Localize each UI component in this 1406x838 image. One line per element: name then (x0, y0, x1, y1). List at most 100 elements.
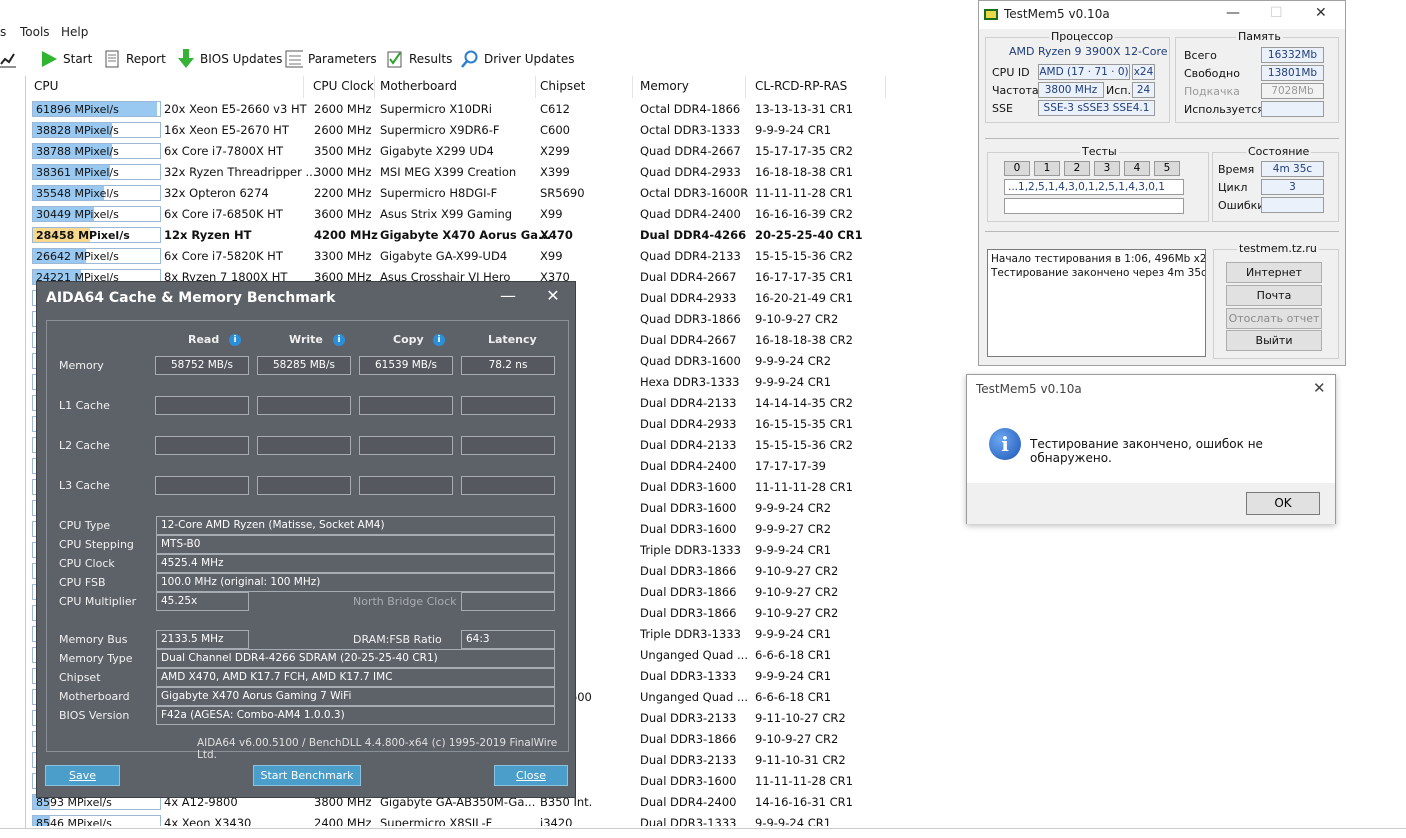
score-value: 26642 MPixel/s (36, 250, 119, 263)
cell-memory: Hexa DDR3-1333 (640, 375, 740, 389)
aida-close-window-button[interactable]: ✕ (539, 286, 567, 308)
cell-cpu-name: 6x Core i7-6850K HT (164, 207, 283, 221)
cell-motherboard: MSI MEG X399 Creation (380, 165, 517, 179)
driver-updates-button[interactable]: Driver Updates (461, 48, 574, 70)
north-bridge-clock-label: North Bridge Clock (353, 595, 457, 608)
dialog-close-button[interactable]: ✕ (1313, 379, 1326, 397)
parameters-icon (285, 50, 303, 68)
table-row[interactable]: 35548 MPixel/s 32x Opteron 6274 2200 MHz Su… (30, 183, 980, 204)
column-header-memory[interactable]: Memory (636, 76, 746, 98)
aida-window-title: AIDA64 Cache & Memory Benchmark (46, 290, 336, 306)
cell-timings: 16-20-21-49 CR1 (755, 291, 853, 305)
magnifier-icon (461, 50, 479, 68)
memory-bus-value: 2133.5 MHz (156, 630, 249, 649)
cell-timings: 9-9-9-27 CR2 (755, 522, 832, 536)
dialog-ok-button[interactable]: OK (1246, 492, 1320, 515)
table-row[interactable]: 30449 MPixel/s 6x Core i7-6850K HT 3600 MH… (30, 204, 980, 225)
table-row[interactable]: 8546 MPixel/s 4x Xeon X3430 2400 MHz Superm… (30, 813, 980, 826)
cell-timings: 15-17-17-35 CR2 (755, 144, 853, 158)
cell-chipset: X99 (540, 249, 563, 263)
start-label: Start (63, 52, 93, 66)
cell-cpu-clock: 2600 MHz (314, 123, 372, 137)
test-log[interactable]: Начало тестирования в 1:06, 496Mb x24 Те… (987, 249, 1206, 357)
cell-timings: 15-15-15-36 CR2 (755, 438, 853, 452)
tm-close-button[interactable]: ✕ (1315, 5, 1327, 21)
cell-timings: 9-9-9-24 CR2 (755, 354, 832, 368)
information-icon: i (989, 428, 1021, 460)
column-header-cpu-clock[interactable]: CPU Clock (309, 76, 375, 98)
table-row[interactable]: 38361 MPixel/s 32x Ryzen Threadripper ...… (30, 162, 980, 183)
cell-timings: 9-11-10-31 CR2 (755, 753, 846, 767)
copy-info-icon[interactable]: i (433, 334, 445, 346)
cell-memory: Dual DDR4-2667 (640, 333, 737, 347)
aida-save-button[interactable]: Save (45, 765, 120, 786)
column-header-motherboard[interactable]: Motherboard (376, 76, 536, 98)
col-copy-label: Copy (393, 333, 424, 346)
test-tab-4[interactable]: 4 (1124, 161, 1150, 176)
play-icon (40, 50, 58, 68)
l1-latency-value (461, 396, 555, 415)
table-row[interactable]: 26642 MPixel/s 6x Core i7-5820K HT 3300 MH… (30, 246, 980, 267)
table-row[interactable]: 38788 MPixel/s 6x Core i7-7800X HT 3500 MH… (30, 141, 980, 162)
cpu-type-value: 12-Core AMD Ryzen (Matisse, Socket AM4) (156, 516, 555, 535)
parameters-button[interactable]: Parameters (285, 48, 377, 70)
cell-timings: 9-10-9-27 CR2 (755, 732, 839, 746)
test-tab-5[interactable]: 5 (1154, 161, 1180, 176)
memory-copy-value: 61539 MB/s (359, 356, 453, 375)
read-info-icon[interactable]: i (229, 334, 241, 346)
cell-memory: Quad DDR3-1866 (640, 312, 741, 326)
l2-read-value (155, 436, 249, 455)
chart-icon[interactable] (0, 48, 16, 70)
bios-updates-label: BIOS Updates (200, 52, 283, 66)
score-value: 38361 MPixel/s (36, 166, 119, 179)
log-line: Тестирование закончено через 4m 35c без (991, 267, 1206, 279)
cell-cpu-clock: 2200 MHz (314, 186, 372, 200)
test-tab-0[interactable]: 0 (1004, 161, 1030, 176)
sse-value: SSE-3 sSSE3 SSE4.1 (1038, 100, 1155, 116)
tm-maximize-button[interactable]: ☐ (1270, 5, 1283, 21)
dialog-message: Тестирование закончено, ошибок не обнару… (1030, 437, 1263, 465)
cell-cpu-clock: 3000 MHz (314, 165, 372, 179)
column-header-chipset[interactable]: Chipset (536, 76, 633, 98)
table-row[interactable]: 61896 MPixel/s 20x Xeon E5-2660 v3 HT 2600… (30, 99, 980, 120)
start-button[interactable]: Start (40, 48, 92, 70)
results-button[interactable]: Results (386, 48, 452, 70)
send-report-button[interactable]: Отослать отчет (1226, 308, 1322, 329)
tm-minimize-button[interactable]: — (1226, 5, 1240, 21)
cell-memory: Dual DDR4-2933 (640, 291, 737, 305)
l3-latency-value (461, 476, 555, 495)
dram-fsb-ratio-label: DRAM:FSB Ratio (353, 633, 442, 646)
aida-close-button[interactable]: Close (494, 765, 568, 786)
cell-timings: 13-13-13-31 CR1 (755, 102, 853, 116)
l1-cache-label: L1 Cache (59, 399, 110, 412)
report-button[interactable]: Report (103, 48, 166, 70)
cell-cpu-clock: 3500 MHz (314, 144, 372, 158)
menu-item-partial[interactable]: s (0, 25, 6, 39)
menu-item-help[interactable]: Help (61, 25, 88, 39)
test-tab-3[interactable]: 3 (1094, 161, 1120, 176)
score-value: 28458 MPixel/s (36, 229, 130, 242)
free-memory-label: Свободно (1184, 67, 1240, 80)
cell-timings: 9-9-9-24 CR1 (755, 627, 832, 641)
column-header-timings[interactable]: CL-RCD-RP-RAS (751, 76, 886, 98)
mail-button[interactable]: Почта (1226, 285, 1322, 306)
menu-item-tools[interactable]: Tools (20, 25, 50, 39)
cell-timings: 9-10-9-27 CR2 (755, 564, 839, 578)
bios-updates-button[interactable]: BIOS Updates (177, 48, 282, 70)
test-tab-1[interactable]: 1 (1034, 161, 1060, 176)
internet-button[interactable]: Интернет (1226, 262, 1322, 283)
write-info-icon[interactable]: i (333, 334, 345, 346)
column-header-cpu[interactable]: CPU (30, 76, 304, 98)
score-value: 30449 MPixel/s (36, 208, 119, 221)
cell-memory: Quad DDR4-2667 (640, 144, 741, 158)
start-benchmark-button[interactable]: Start Benchmark (253, 765, 361, 786)
test-tab-2[interactable]: 2 (1064, 161, 1090, 176)
exit-button[interactable]: Выйти (1226, 330, 1322, 351)
aida-minimize-button[interactable]: — (494, 286, 522, 308)
cell-memory: Dual DDR4-4266 (640, 228, 747, 242)
score-value: 38788 MPixel/s (36, 145, 119, 158)
table-row[interactable]: 38828 MPixel/s 16x Xeon E5-2670 HT 2600 MH… (30, 120, 980, 141)
l3-copy-value (359, 476, 453, 495)
cell-memory: Unganged Quad ... (640, 690, 748, 704)
table-row[interactable]: 28458 MPixel/s 12x Ryzen HT 4200 MHz Gigaby… (30, 225, 980, 246)
